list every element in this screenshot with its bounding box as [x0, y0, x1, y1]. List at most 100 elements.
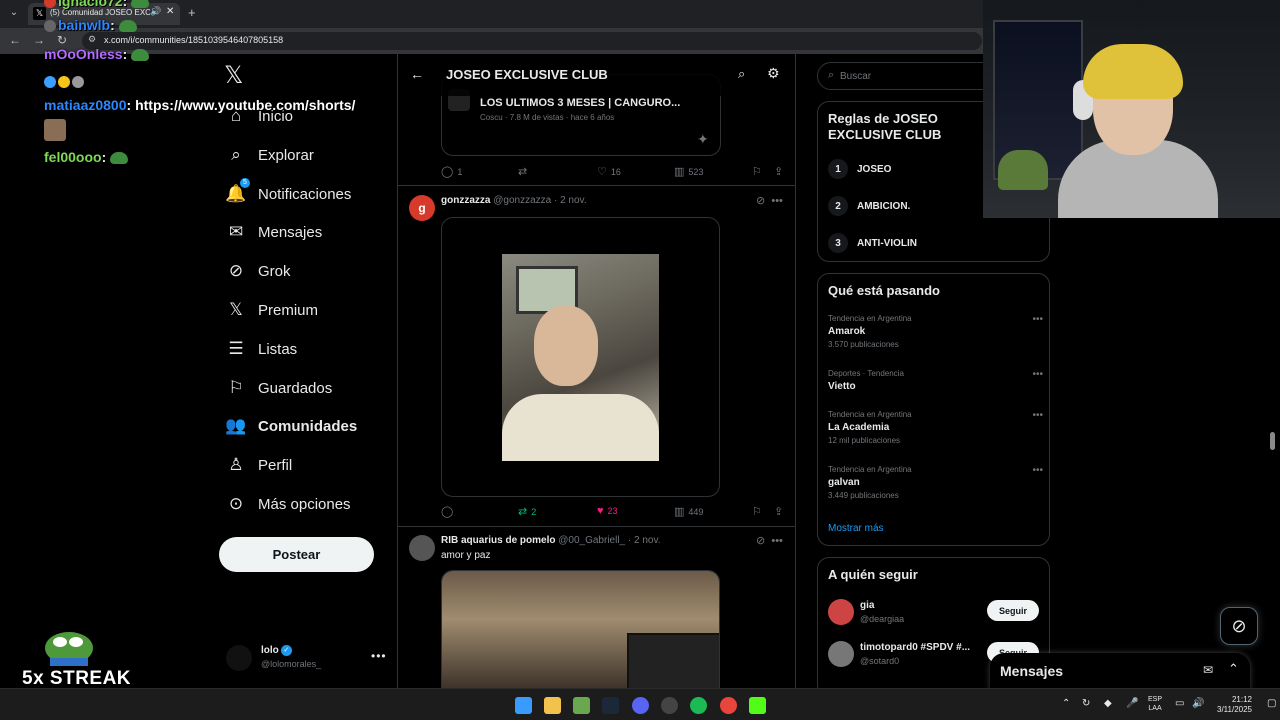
post-button[interactable]: Postear — [219, 537, 374, 572]
discord-icon[interactable] — [632, 697, 649, 714]
file-explorer-icon[interactable] — [544, 697, 561, 714]
nav-item-communities[interactable]: 👥 Comunidades — [225, 411, 357, 441]
search-placeholder: Buscar — [840, 71, 872, 82]
tray-sync-icon[interactable]: ↻ — [1082, 698, 1090, 709]
share-button[interactable]: ⇪ — [774, 505, 787, 518]
rule-item[interactable]: 3 ANTI-VIOLIN — [828, 232, 917, 254]
repost-button[interactable]: ⇄ 2 — [518, 505, 536, 518]
url-field[interactable]: ⚙ x.com/i/communities/185103954640780515… — [82, 32, 982, 50]
show-more-link[interactable]: Mostrar más — [828, 523, 884, 534]
trend-item[interactable]: Tendencia en Argentina Amarok 3.570 publ… — [828, 314, 1043, 349]
post-media[interactable] — [441, 217, 720, 497]
page-scrollbar[interactable] — [1270, 432, 1275, 450]
like-button[interactable]: ♥ 23 — [597, 505, 618, 517]
microphone-icon[interactable]: 🎤 — [1126, 698, 1138, 709]
notification-center-icon[interactable]: ▢ — [1267, 698, 1276, 709]
bookmark-button[interactable]: ⚐ — [753, 165, 765, 178]
video-thumbnail[interactable] — [502, 254, 659, 461]
nav-item-lists[interactable]: ☰ Listas — [226, 334, 297, 364]
avatar[interactable]: g — [409, 195, 435, 221]
search-icon: ⌕ — [231, 145, 241, 164]
grok-icon[interactable]: ⊘ — [756, 195, 765, 207]
tray-overflow-icon[interactable]: ⌃ — [1062, 698, 1070, 709]
grok-sparkle-icon[interactable]: ✦ — [697, 131, 709, 148]
taskbar-clock[interactable]: 21:12 3/11/2025 — [1210, 695, 1252, 715]
more-dots-icon[interactable]: ••• — [1032, 314, 1043, 325]
kick-icon[interactable] — [749, 697, 766, 714]
tab-search-chevron-icon[interactable]: ⌄ — [6, 5, 22, 21]
grok-fab-button[interactable]: ⊘ — [1220, 607, 1258, 645]
repost-button[interactable]: ⇄ — [518, 165, 531, 178]
grok-icon: ⊘ — [228, 261, 244, 280]
repost-icon: ⇄ — [518, 166, 528, 178]
more-dots-icon[interactable]: ••• — [1032, 410, 1043, 421]
bookmark-icon: ⚐ — [753, 506, 762, 518]
messages-drawer[interactable]: Mensajes ✉ ⌃ — [990, 653, 1250, 690]
avatar[interactable] — [409, 535, 435, 561]
app-icon[interactable] — [573, 697, 590, 714]
more-dots-icon[interactable]: ••• — [771, 195, 783, 207]
nav-item-notifications[interactable]: 🔔 5 Notificaciones — [225, 178, 351, 209]
nav-item-messages[interactable]: ✉ Mensajes — [226, 217, 322, 247]
reload-icon[interactable]: ↻ — [57, 33, 67, 47]
close-tab-icon[interactable]: ✕ — [166, 6, 174, 17]
nav-item-explore[interactable]: ⌕ Explorar — [226, 140, 314, 170]
new-message-icon[interactable]: ✉ — [1203, 663, 1213, 677]
follow-suggestion[interactable]: gia @deargiaa Seguir — [828, 598, 1043, 628]
forward-arrow-icon[interactable]: → — [33, 33, 45, 47]
post-image[interactable] — [442, 571, 719, 688]
reply-icon: ◯ — [441, 166, 454, 178]
account-switcher[interactable]: lolo ✓ @lolomorales_ ••• — [226, 643, 386, 673]
more-dots-icon[interactable]: ••• — [1032, 465, 1043, 476]
reply-button[interactable]: ◯ 1 — [441, 165, 462, 178]
share-button[interactable]: ⇪ — [774, 165, 787, 178]
volume-icon[interactable]: 🔊 — [1192, 698, 1204, 709]
expand-chevron-icon[interactable]: ⌃ — [1228, 661, 1239, 677]
chrome-icon[interactable] — [720, 697, 737, 714]
trend-context: Tendencia en Argentina — [828, 465, 912, 474]
more-dots-icon[interactable]: ••• — [771, 535, 783, 547]
back-arrow-icon[interactable]: ← — [410, 66, 424, 82]
spotify-icon[interactable] — [690, 697, 707, 714]
nav-item-more[interactable]: ⊙ Más opciones — [226, 489, 351, 519]
nav-item-bookmarks[interactable]: ⚐ Guardados — [226, 373, 332, 403]
like-button[interactable]: ♡ 16 — [597, 165, 621, 178]
gear-icon[interactable]: ⚙ — [767, 65, 780, 82]
trend-item[interactable]: Deportes · Tendencia Vietto ••• — [828, 369, 1043, 392]
views-button[interactable]: ▥ 449 — [674, 505, 703, 518]
nav-item-label: Explorar — [258, 146, 314, 164]
bookmark-button[interactable]: ⚐ — [753, 505, 765, 518]
speaker-icon[interactable]: 🔊 — [150, 6, 161, 17]
search-icon[interactable]: ⌕ — [738, 66, 745, 82]
windows-start-icon[interactable] — [515, 697, 532, 714]
chat-user: matiaaz0800 — [44, 97, 127, 113]
obs-icon[interactable] — [661, 697, 678, 714]
reply-button[interactable]: ◯ — [441, 505, 457, 518]
network-icon[interactable]: ▭ — [1175, 698, 1184, 709]
nav-item-grok[interactable]: ⊘ Grok — [226, 256, 291, 286]
trend-item[interactable]: Tendencia en Argentina galvan 3.449 publ… — [828, 465, 1043, 500]
post-author[interactable]: gonzzazza — [441, 195, 490, 206]
webcam-plush-shape — [998, 150, 1048, 190]
trend-context: Tendencia en Argentina — [828, 314, 912, 323]
more-dots-icon[interactable]: ••• — [371, 649, 387, 663]
notification-badge: 5 — [240, 178, 250, 188]
more-dots-icon[interactable]: ••• — [1032, 369, 1043, 380]
language-indicator[interactable]: ESP LAA — [1148, 695, 1162, 713]
nav-item-profile[interactable]: ♙ Perfil — [226, 450, 292, 480]
site-info-icon[interactable]: ⚙ — [88, 34, 96, 45]
steam-icon[interactable] — [602, 697, 619, 714]
rule-item[interactable]: 2 AMBICION. — [828, 195, 910, 217]
tray-app-icon[interactable]: ◆ — [1104, 698, 1112, 709]
grok-icon[interactable]: ⊘ — [756, 535, 765, 547]
nav-item-premium[interactable]: 𝕏 Premium — [226, 295, 318, 325]
back-arrow-icon[interactable]: ← — [9, 33, 21, 47]
post-author[interactable]: RIB aquarius de pomelo — [441, 535, 555, 546]
post-media[interactable] — [441, 570, 720, 688]
views-button[interactable]: ▥ 523 — [674, 165, 703, 178]
new-tab-icon[interactable]: + — [188, 5, 196, 20]
follow-button[interactable]: Seguir — [987, 600, 1039, 621]
rule-item[interactable]: 1 JOSEO — [828, 158, 891, 180]
x-logo-icon[interactable]: 𝕏 — [224, 64, 248, 88]
trend-item[interactable]: Tendencia en Argentina La Academia 12 mi… — [828, 410, 1043, 445]
